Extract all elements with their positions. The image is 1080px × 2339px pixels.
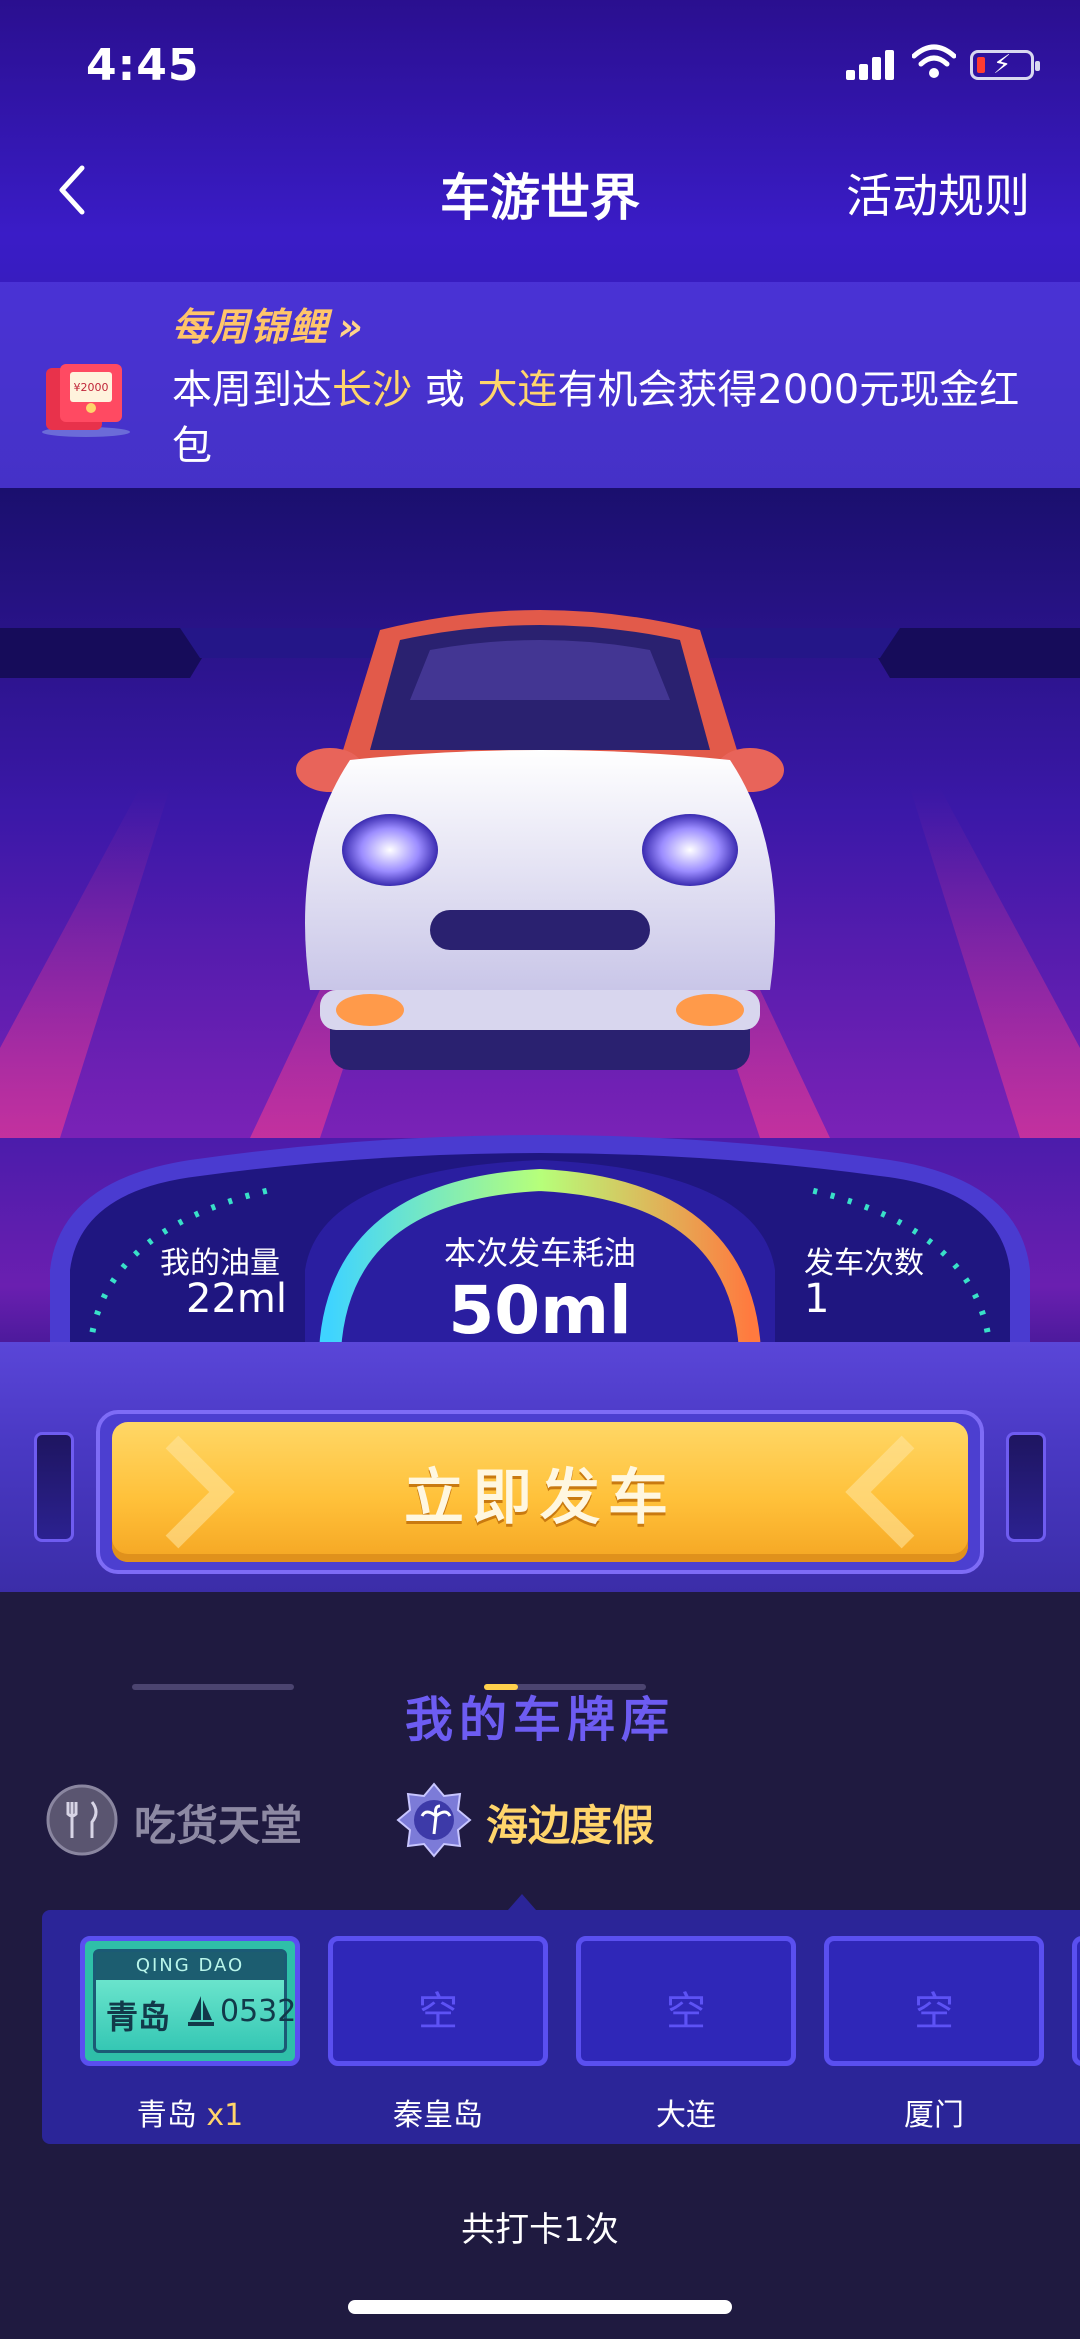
- launch-count-value: 1: [804, 1276, 830, 1322]
- signal-icon: [846, 48, 898, 80]
- chevron-right-icon: »: [338, 305, 364, 349]
- right-vent: [1006, 1432, 1046, 1542]
- plate-slot-dalian[interactable]: 空: [576, 1936, 796, 2066]
- banner-text: 本周到达长沙 或 大连有机会获得2000元现金红包: [172, 362, 1042, 474]
- plate-card: QING DAO 青岛 0532: [93, 1949, 296, 2053]
- banner-or: 或: [412, 367, 478, 413]
- plate-top-text: QING DAO: [96, 1952, 284, 1980]
- slot-label-xiamen: 厦门: [904, 2098, 964, 2133]
- screen: 4:45 ⚡ 车游世界 活动规则 ¥2000 每周锦鲤 » 本周到达长沙 或 大…: [0, 0, 1080, 2339]
- slot-label-qingdao: 青岛 x1: [80, 2090, 300, 2134]
- rules-link[interactable]: 活动规则: [846, 160, 1030, 226]
- tab-foodie[interactable]: 吃货天堂: [44, 1782, 304, 1882]
- car-image: [296, 610, 784, 1070]
- empty-text: 空: [418, 1989, 458, 2035]
- sailboat-icon: [188, 1996, 214, 2026]
- left-vent: [34, 1432, 74, 1542]
- tab-active-indicator: [484, 1684, 518, 1690]
- palm-tree-icon: [396, 1782, 472, 1858]
- banner-tag: 每周锦鲤»: [172, 296, 364, 351]
- plate-slot-xiamen[interactable]: 空: [824, 1936, 1044, 2066]
- plate-slot-qinhuangdao[interactable]: 空: [328, 1936, 548, 2066]
- battery-icon: ⚡: [970, 50, 1040, 80]
- tab-seaside-label: 海边度假: [486, 1801, 655, 1850]
- slot-label-qinhuangdao: 秦皇岛: [393, 2098, 483, 2133]
- panel-pointer: [508, 1894, 536, 1910]
- start-drive-button[interactable]: 立即发车: [112, 1422, 968, 1562]
- fork-knife-icon: [46, 1784, 118, 1856]
- banner-tag-text: 每周锦鲤: [172, 305, 329, 349]
- chevron-right-icon: [165, 1435, 235, 1549]
- plate-name: 青岛: [106, 1998, 171, 2036]
- tab-seaside[interactable]: 海边度假: [396, 1782, 656, 1882]
- home-indicator[interactable]: [348, 2300, 732, 2314]
- tab-seaside-underline: [484, 1684, 646, 1690]
- plate-code: 0532: [220, 1994, 297, 2029]
- status-time: 4:45: [86, 40, 200, 91]
- chevron-left-icon: [845, 1435, 915, 1549]
- dashboard: 我的油量 22ml 本次发车耗油 50ml 发车次数 1: [50, 1120, 1030, 1360]
- weekly-banner[interactable]: ¥2000 每周锦鲤» 本周到达长沙 或 大连有机会获得2000元现金红包: [0, 282, 1080, 488]
- empty-text: 空: [666, 1989, 706, 2035]
- banner-city-1: 长沙: [332, 367, 412, 413]
- banner-text-prefix: 本周到达: [172, 367, 332, 413]
- plate-library: 我的车牌库 吃货天堂 海边度假 QING DAO 青岛 0532 青岛 x1 空…: [0, 1592, 1080, 2339]
- plate-panel: QING DAO 青岛 0532 青岛 x1 空 秦皇岛 空 大连 空 厦门: [42, 1910, 1080, 2144]
- tab-foodie-underline: [132, 1684, 294, 1690]
- checkin-total: 共打卡1次: [461, 2210, 619, 2250]
- empty-text: 空: [914, 1989, 954, 2035]
- banner-city-2: 大连: [477, 367, 558, 413]
- slot-label-dalian: 大连: [656, 2098, 716, 2133]
- nav-bar: 车游世界 活动规则: [0, 140, 1080, 240]
- tab-foodie-label: 吃货天堂: [134, 1801, 303, 1850]
- wifi-icon: [912, 44, 956, 78]
- start-drive-label: 立即发车: [404, 1462, 676, 1533]
- console: 立即发车: [0, 1342, 1080, 1592]
- consume-value: 50ml: [448, 1272, 632, 1349]
- plate-slot-next[interactable]: [1072, 1936, 1080, 2066]
- status-bar: 4:45 ⚡: [0, 0, 1080, 130]
- slot-count-qingdao: x1: [206, 2098, 244, 2133]
- library-title: 我的车牌库: [404, 1692, 675, 1748]
- slot-city-qingdao: 青岛: [136, 2098, 197, 2133]
- red-packet-icon: ¥2000: [42, 364, 130, 437]
- plate-slot-qingdao[interactable]: QING DAO 青岛 0532: [80, 1936, 300, 2066]
- svg-text:¥2000: ¥2000: [74, 381, 109, 394]
